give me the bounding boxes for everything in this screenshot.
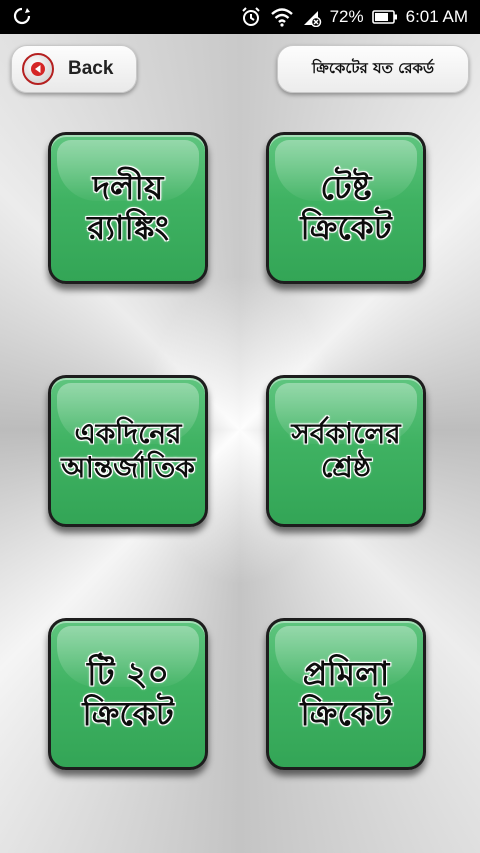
wifi-icon	[270, 8, 293, 27]
alarm-icon	[241, 7, 260, 26]
page-title: ক্রিকেটের যত রেকর্ড	[277, 45, 469, 93]
tile-label-line2: ক্রিকেট	[300, 694, 392, 733]
tile-t20-cricket[interactable]: টি ২০ ক্রিকেট	[48, 618, 208, 770]
tile-label-line2: আন্তর্জাতিক	[61, 451, 195, 484]
back-arrow-icon	[22, 53, 54, 85]
tile-label-line1: একদিনের	[74, 417, 182, 451]
tile-label-line2: শ্রেষ্ঠ	[321, 451, 371, 484]
back-label: Back	[68, 58, 114, 79]
back-button[interactable]: Back	[11, 45, 137, 93]
battery-percent: 72%	[329, 7, 364, 26]
tile-label-line1: প্রমিলা	[302, 654, 390, 694]
clock: 6:01 AM	[405, 7, 468, 26]
signal-icon	[303, 11, 321, 27]
tile-label-line2: ক্রিকেট	[300, 208, 392, 247]
status-bar: 72% 6:01 AM	[0, 0, 480, 34]
tile-label-line1: দলীয়	[92, 168, 164, 208]
tile-team-ranking[interactable]: দলীয় র‍্যাঙ্কিং	[48, 132, 208, 284]
tile-label-line2: র‍্যাঙ্কিং	[87, 208, 169, 247]
tile-label-line1: সর্বকালের	[291, 417, 401, 451]
tile-label-line2: ক্রিকেট	[82, 694, 174, 733]
battery-icon	[371, 10, 397, 24]
tile-label-line1: টি ২০	[87, 654, 169, 694]
sync-icon	[13, 7, 31, 25]
tile-test-cricket[interactable]: টেষ্ট ক্রিকেট	[266, 132, 426, 284]
tile-label-line1: টেষ্ট	[320, 168, 372, 208]
tile-odi[interactable]: একদিনের আন্তর্জাতিক	[48, 375, 208, 527]
tile-all-time-best[interactable]: সর্বকালের শ্রেষ্ঠ	[266, 375, 426, 527]
tile-women-cricket[interactable]: প্রমিলা ক্রিকেট	[266, 618, 426, 770]
